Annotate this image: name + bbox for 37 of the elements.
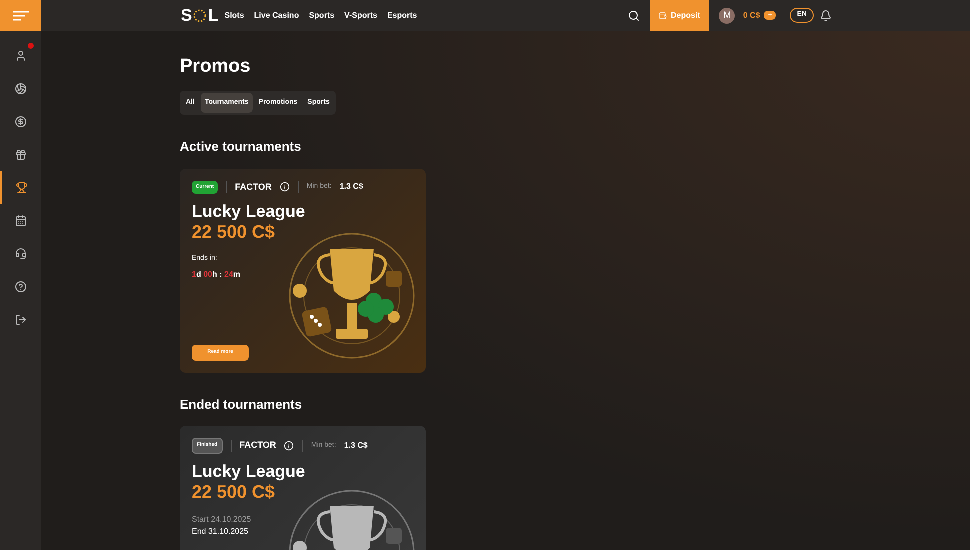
factor-label: FACTOR	[235, 180, 272, 194]
ball-icon	[14, 82, 26, 94]
info-icon[interactable]	[280, 182, 290, 192]
nav-link[interactable]: Sports	[309, 10, 335, 22]
help-icon	[14, 280, 26, 292]
trophy-icon	[16, 182, 28, 194]
user-icon	[14, 50, 26, 62]
bell-icon[interactable]	[820, 10, 832, 22]
tournament-name: Lucky League	[192, 202, 306, 222]
min-bet-value: 1.3 C$	[344, 440, 368, 452]
search-icon[interactable]	[628, 10, 640, 22]
calendar-icon	[14, 214, 26, 226]
nav-link[interactable]: V-Sports	[344, 10, 378, 22]
section-title: Ended tournaments	[180, 396, 304, 414]
dollar-coin-icon	[14, 116, 26, 128]
min-bet-value: 1.3 C$	[340, 181, 364, 194]
nav-link[interactable]: Slots	[224, 10, 244, 22]
page-title: Promos	[180, 55, 252, 79]
end-date: End 31.10.2025	[192, 526, 250, 538]
logout-icon	[14, 314, 26, 326]
avatar[interactable]: M	[719, 8, 736, 24]
start-date: Start 24.10.2025	[192, 514, 252, 526]
balance: 0 C$	[743, 10, 760, 22]
countdown: 1d 00h : 24m	[192, 268, 242, 280]
prize-amount: 22 500 C$	[192, 482, 276, 502]
tournament-name: Lucky League	[192, 462, 306, 482]
headset-icon	[14, 248, 26, 260]
section-title: Active tournaments	[180, 138, 302, 156]
factor-label: FACTOR	[240, 439, 276, 452]
prize-amount: 22 500 C$	[192, 222, 276, 242]
logo: S L	[181, 4, 219, 27]
info-icon[interactable]	[284, 440, 294, 451]
nav-link[interactable]: Live Casino	[254, 10, 300, 22]
nav-link[interactable]: Esports	[387, 10, 418, 22]
gift-icon	[14, 148, 26, 160]
menu-icon	[12, 10, 28, 20]
wallet-icon	[659, 12, 668, 20]
